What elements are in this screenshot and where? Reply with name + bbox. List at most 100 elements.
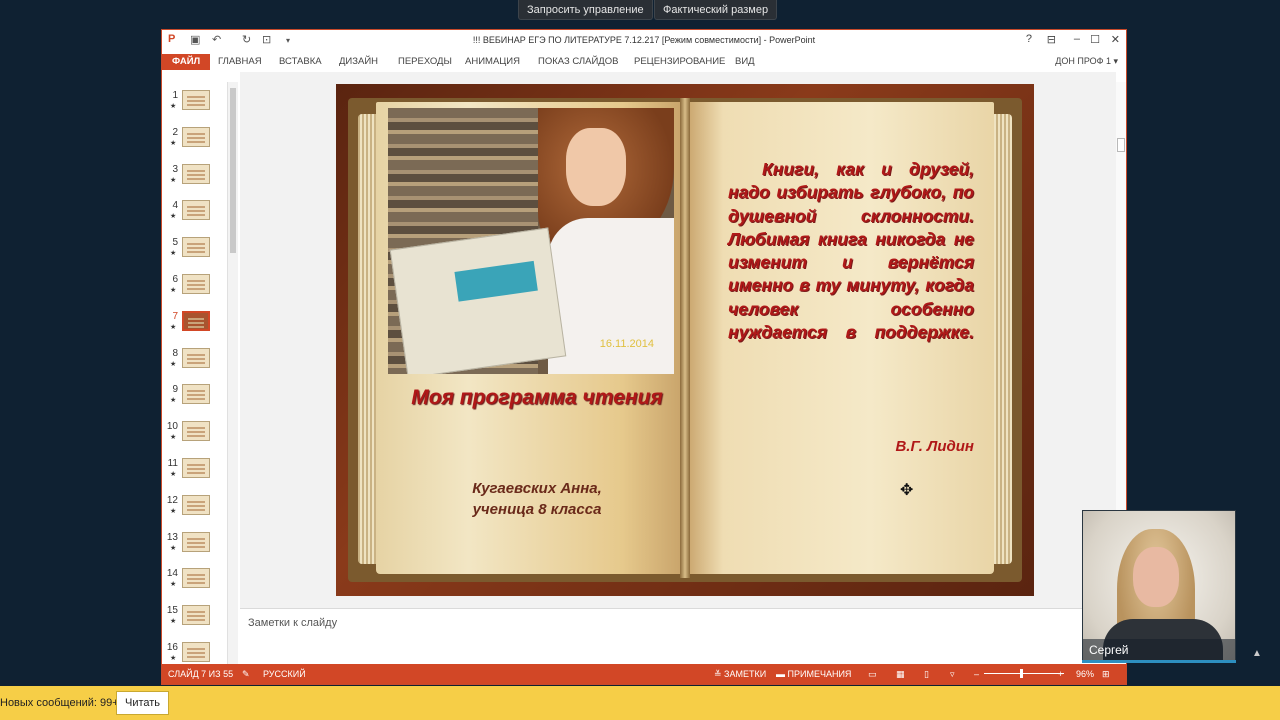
slide-thumbnail[interactable]: 8 ★ [162,347,222,378]
girl-face [566,128,626,206]
comments-toggle[interactable]: ▬ ПРИМЕЧАНИЯ [776,664,851,684]
slide-preview [182,90,210,110]
current-slide[interactable]: 16.11.2014 Моя программа чтения Кугаевск… [336,84,1034,596]
slide-thumbnails: 1 ★ 2 ★ 3 ★ 4 ★ 5 ★ 6 ★ 7 ★ 8 ★ 9 ★ 10 ★ 11 ★ 12 ★ 13 ★ 14 ★ 15 ★ 16 ★ [162,82,228,666]
animation-star-icon: ★ [170,581,177,589]
slide-number: 16 [166,642,178,653]
photo-date: 16.11.2014 [599,338,654,350]
tab-file[interactable]: ФАЙЛ [162,54,211,70]
slide-thumbnail[interactable]: 10 ★ [162,421,222,451]
slide-thumbnail[interactable]: 12 ★ [162,494,222,525]
fit-slide-icon[interactable]: ⊞ [1102,664,1110,684]
actual-size-button[interactable]: Фактический размер [654,0,778,20]
zoom-in-icon[interactable]: + [1058,664,1063,684]
tab-review[interactable]: РЕЦЕНЗИРОВАНИЕ [634,54,725,70]
quote-text[interactable]: Книги, как и друзей, надо избирать глубо… [728,158,974,344]
program-title[interactable]: Моя программа чтения [388,384,686,412]
slide-thumbnail[interactable]: 11 ★ [162,458,222,488]
slide-preview [182,494,210,515]
spelling-icon[interactable]: ✎ [242,664,250,684]
author-class: ученица 8 класса [472,501,602,518]
zoom-slider[interactable] [984,669,1064,678]
slide-thumbnail[interactable]: 6 ★ [162,274,222,304]
slide-number: 8 [172,347,178,359]
slide-preview [182,568,210,589]
slide-thumbnail[interactable]: 14 ★ [162,568,222,598]
slide-preview [182,310,210,331]
slide-thumbnail[interactable]: 9 ★ [162,384,222,414]
animation-star-icon: ★ [170,287,177,294]
tab-insert[interactable]: ВСТАВКА [279,54,322,70]
help-icon[interactable]: ? [1026,33,1032,45]
slideshow-view-icon[interactable]: ▿ [950,664,955,684]
animation-star-icon: ★ [170,360,177,368]
close-icon[interactable]: ✕ [1111,33,1120,46]
slide-preview [182,347,210,368]
slide-thumbnail[interactable]: 1 ★ [162,90,222,120]
slide-number: 9 [172,384,178,396]
zoom-out-icon[interactable]: – [974,664,979,684]
slide-number: 7 [172,310,178,322]
girl-body [548,218,674,374]
slide-number: 11 [167,458,178,469]
normal-view-icon[interactable]: ▭ [868,664,877,684]
slide-preview [182,605,210,626]
notes-toggle[interactable]: ≚ ЗАМЕТКИ [714,664,766,684]
notes-toggle-label: ЗАМЕТКИ [724,669,767,679]
title-bar: P ▣ ↶ ↻ ⊡ ▾ !!! ВЕБИНАР ЕГЭ ПО ЛИТЕРАТУР… [162,30,1126,52]
read-button[interactable]: Читать [116,691,170,715]
tab-home[interactable]: ГЛАВНАЯ [218,54,262,70]
slide-preview [182,237,210,258]
notes-placeholder[interactable]: Заметки к слайду [248,617,337,629]
slide-number: 14 [166,568,178,580]
minimize-icon[interactable]: – [1074,33,1080,45]
slide-thumbnail[interactable]: 5 ★ [162,237,222,267]
slide-preview [182,531,210,552]
maximize-icon[interactable]: ☐ [1090,33,1100,46]
user-account[interactable]: ДОН ПРОФ 1 ▾ [1055,56,1118,67]
author-block[interactable]: Кугаевских Анна, ученица 8 класса [388,478,686,520]
zoom-level[interactable]: 96% [1076,664,1094,684]
chevron-up-icon[interactable]: ▲ [1252,648,1262,659]
request-control-button[interactable]: Запросить управление [518,0,653,20]
slide-thumbnail[interactable]: 4 ★ [162,200,222,230]
slide-number: 6 [172,274,178,285]
reading-girl-photo[interactable]: 16.11.2014 [388,108,674,374]
status-bar: СЛАЙД 7 ИЗ 55 ✎ РУССКИЙ ≚ ЗАМЕТКИ ▬ ПРИМ… [162,664,1126,684]
slide-number: 4 [172,200,178,212]
slide-thumbnail[interactable]: 13 ★ [162,531,222,562]
slide-thumbnail[interactable]: 3 ★ [162,163,222,194]
notes-pane[interactable]: Заметки к слайду [240,608,1116,666]
slide-preview [182,421,210,442]
slide-thumbnail[interactable]: 2 ★ [162,126,222,157]
slide-number: 2 [172,126,178,138]
slide-scrollbar-thumb[interactable] [1117,138,1125,152]
tab-slideshow[interactable]: ПОКАЗ СЛАЙДОВ [538,54,618,70]
slide-preview [182,458,210,478]
slide-editing-area[interactable]: 16.11.2014 Моя программа чтения Кугаевск… [240,72,1116,608]
ribbon-tabs: ФАЙЛ ГЛАВНАЯ ВСТАВКА ДИЗАЙН ПЕРЕХОДЫ АНИ… [162,52,1126,70]
slide-thumbnail[interactable]: 7 ★ [162,310,222,341]
webcam-name: Сергей [1083,639,1235,661]
slide-preview [182,200,210,221]
thumbnail-scrollbar-thumb[interactable] [230,88,236,253]
language-indicator[interactable]: РУССКИЙ [263,664,306,684]
slide-preview [182,384,210,405]
tab-animations[interactable]: АНИМАЦИЯ [465,54,520,70]
slide-sorter-icon[interactable]: ▦ [896,664,905,684]
powerpoint-window: P ▣ ↶ ↻ ⊡ ▾ !!! ВЕБИНАР ЕГЭ ПО ЛИТЕРАТУР… [161,29,1127,685]
animation-star-icon: ★ [170,507,177,515]
tab-transitions[interactable]: ПЕРЕХОДЫ [398,54,452,70]
reading-view-icon[interactable]: ▯ [924,664,929,684]
animation-star-icon: ★ [170,655,177,662]
move-cursor-icon: ✥ [900,482,914,499]
slide-counter[interactable]: СЛАЙД 7 ИЗ 55 [168,664,233,684]
thumbnail-scrollbar[interactable] [228,82,238,666]
slide-thumbnail[interactable]: 15 ★ [162,605,222,635]
animation-star-icon: ★ [170,397,177,405]
ribbon-display-icon[interactable]: ⊟ [1047,33,1056,46]
tab-view[interactable]: ВИД [735,54,755,70]
slide-thumbnail[interactable]: 16 ★ [162,642,222,666]
tab-design[interactable]: ДИЗАЙН [339,54,378,70]
quote-author[interactable]: В.Г. Лидин [728,438,974,455]
